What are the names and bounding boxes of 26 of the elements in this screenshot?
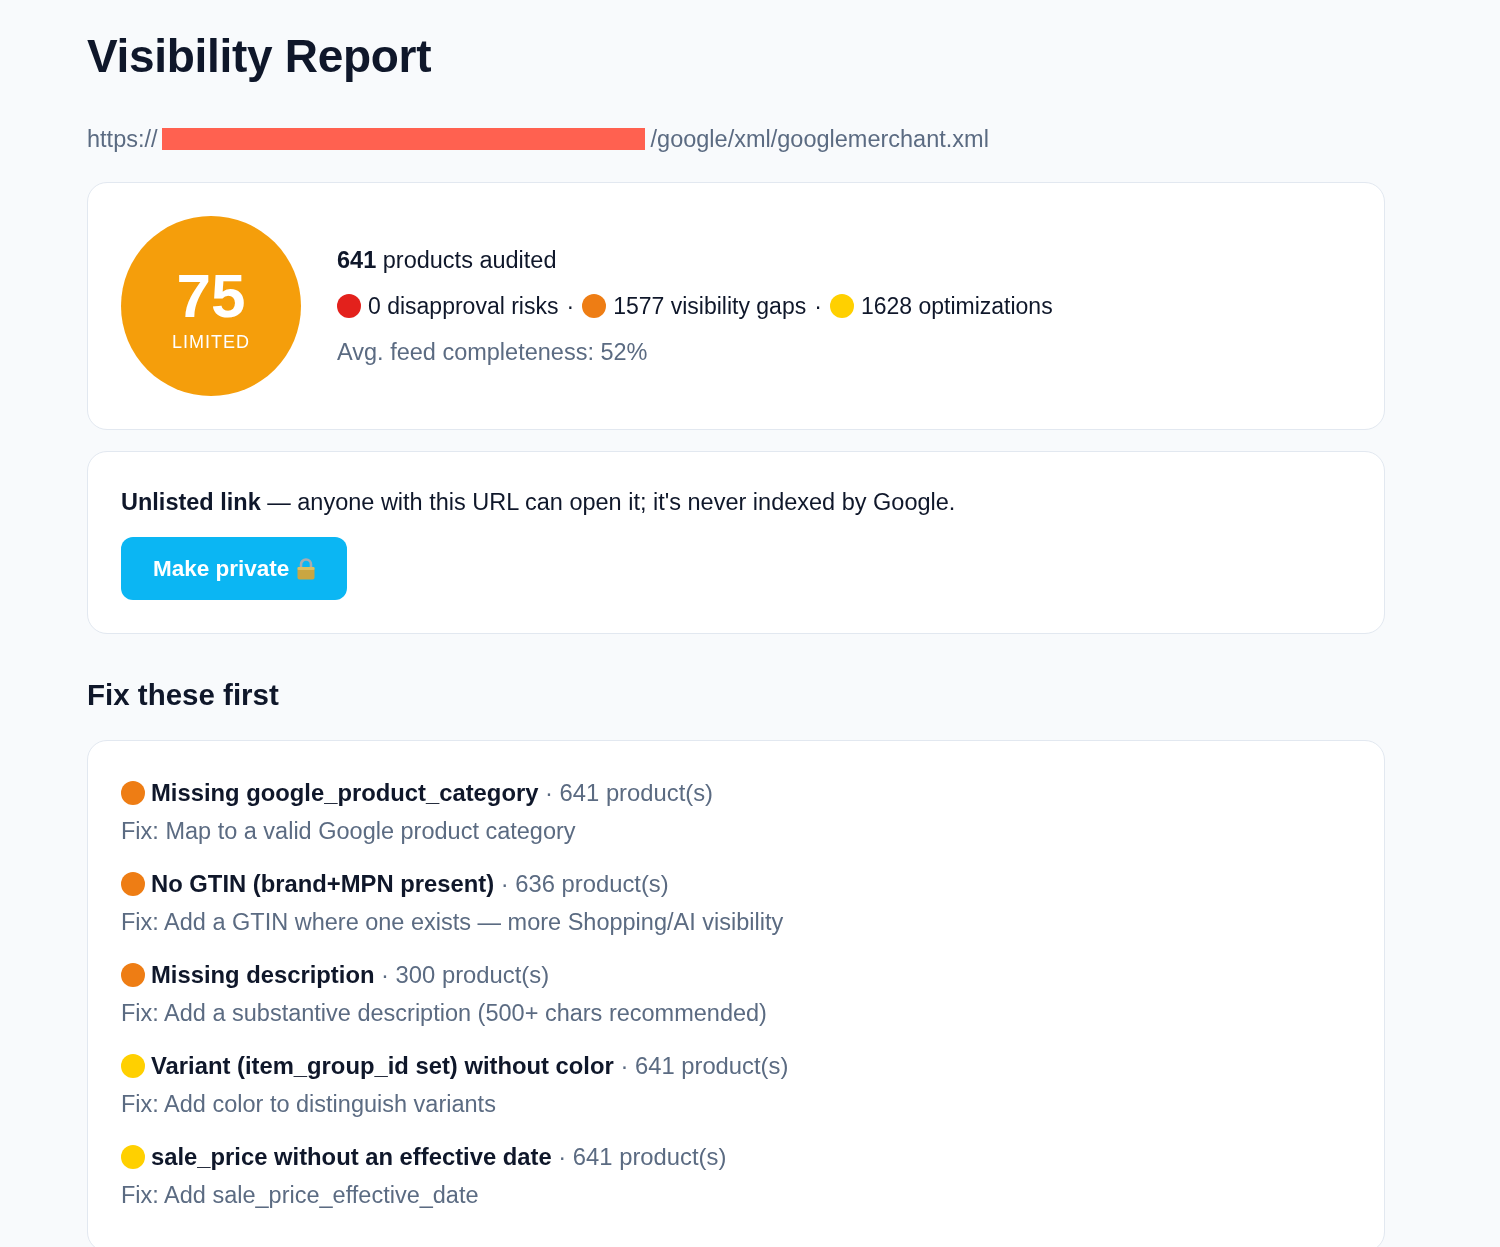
issue-count: 1628 optimizations	[860, 292, 1053, 321]
score-value: 75	[176, 264, 246, 328]
separator-dot: ·	[814, 292, 822, 321]
make-private-button[interactable]: Make private	[121, 537, 348, 600]
lock-icon	[297, 557, 316, 580]
feed-completeness: Avg. feed completeness: 52%	[337, 338, 648, 367]
fix-suggestion: Fix: Add a GTIN where one exists — more Shopping/AI visibility	[121, 908, 784, 937]
section-heading: Fix these first	[87, 677, 279, 713]
issue-title: Missing description · 300 product(s)	[151, 960, 550, 990]
issue-title: No GTIN (brand+MPN present) · 636 product(s)	[151, 869, 669, 899]
feed-url-start: https://	[87, 125, 158, 154]
issue-title: Variant (item_group_id set) without color · 641 product(s)	[151, 1051, 789, 1081]
fix-suggestion: Fix: Add a substantive description (500+ chars recommended)	[121, 999, 767, 1028]
fix-suggestion: Fix: Add color to distinguish variants	[121, 1090, 496, 1119]
issue-count: 0 disapproval risks	[368, 292, 559, 321]
fix-suggestion: Fix: Map to a valid Google product category	[121, 817, 576, 846]
page-title: Visibility Report	[87, 29, 432, 84]
unlisted-notice: Unlisted link — anyone with this URL can open it; it's never indexed by Google.	[121, 488, 956, 517]
issue-title: sale_price without an effective date · 641 product(s)	[151, 1142, 727, 1172]
score-rating: LIMITED	[172, 331, 250, 354]
feed-url-end: /google/xml/googlemerchant.xml	[650, 125, 989, 154]
separator-dot: ·	[566, 292, 575, 321]
products-audited: 641 products audited	[337, 246, 557, 275]
issue-count: 1577 visibility gaps	[613, 292, 807, 321]
fix-suggestion: Fix: Add sale_price_effective_date	[121, 1181, 479, 1210]
issue-title: Missing google_product_category · 641 product(s)	[151, 778, 713, 808]
